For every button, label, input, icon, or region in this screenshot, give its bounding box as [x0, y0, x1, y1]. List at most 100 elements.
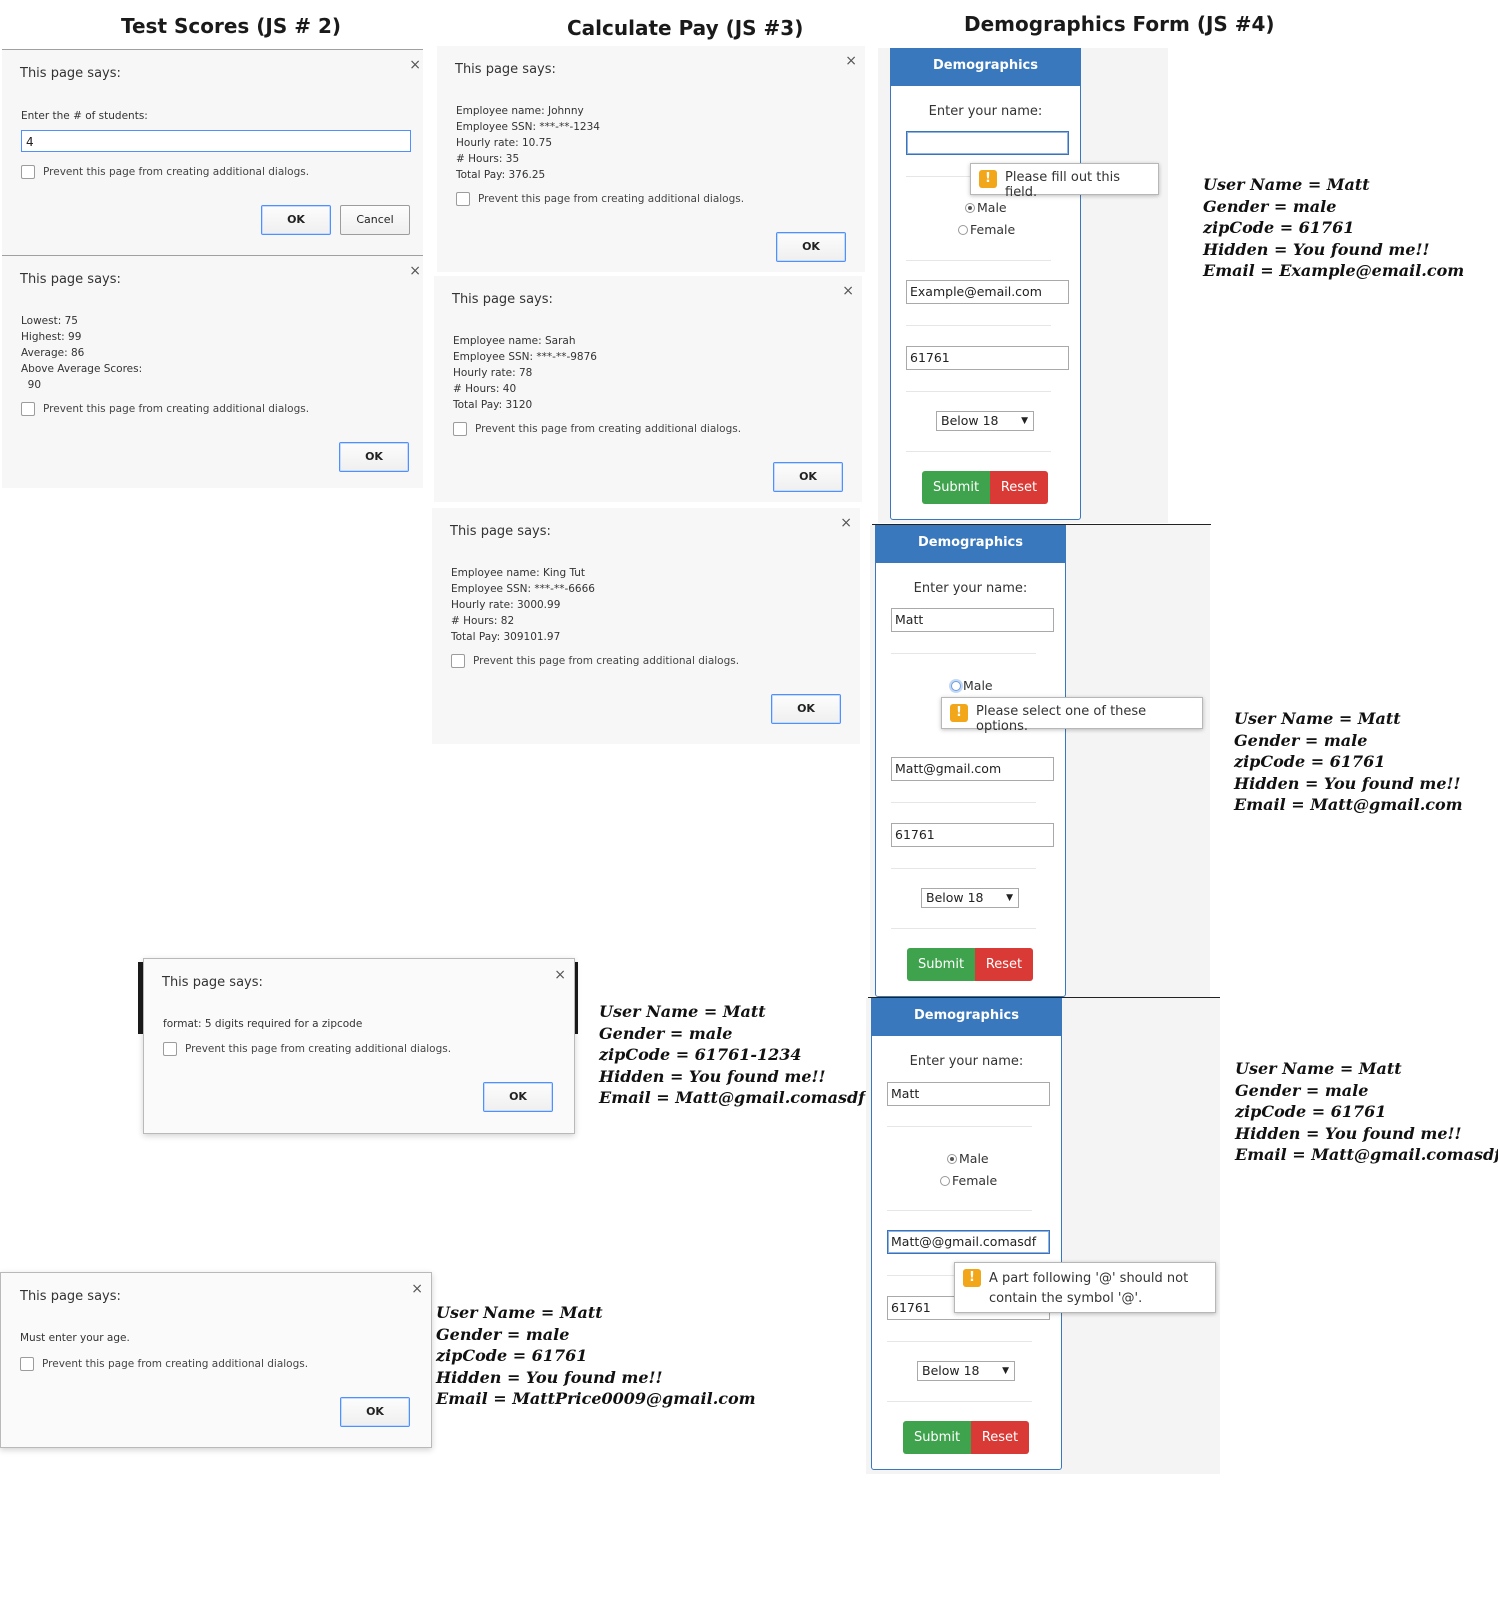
- age-select[interactable]: Below 18 ▼: [917, 1361, 1015, 1381]
- prevent-dialogs-checkbox[interactable]: Prevent this page from creating addition…: [20, 1357, 308, 1371]
- checkbox-icon[interactable]: [21, 402, 35, 416]
- prevent-dialogs-checkbox[interactable]: Prevent this page from creating addition…: [451, 654, 739, 668]
- email-input[interactable]: Matt@gmail.com: [891, 757, 1054, 781]
- close-icon[interactable]: ×: [411, 1281, 423, 1297]
- prevent-dialogs-checkbox[interactable]: Prevent this page from creating addition…: [453, 422, 741, 436]
- name-input[interactable]: Matt: [891, 608, 1054, 632]
- form-title: Demographics: [890, 48, 1081, 86]
- age-select[interactable]: Below 18 ▼: [936, 411, 1034, 431]
- result-note-2: User Name = Matt Gender = male zipCode =…: [1234, 708, 1463, 816]
- submit-button[interactable]: Submit: [903, 1421, 971, 1454]
- radio-icon[interactable]: [940, 1175, 950, 1186]
- prompt-label: Enter the # of students:: [21, 110, 148, 122]
- name-input[interactable]: [906, 131, 1069, 155]
- reset-button[interactable]: Reset: [990, 471, 1048, 504]
- zipcode-input[interactable]: 61761: [906, 346, 1069, 370]
- ok-button[interactable]: OK: [483, 1082, 553, 1112]
- radio-icon[interactable]: [947, 1153, 957, 1164]
- checkbox-icon[interactable]: [20, 1357, 34, 1371]
- radio-icon[interactable]: [958, 224, 968, 235]
- result-note-5: User Name = Matt Gender = male zipCode =…: [436, 1302, 756, 1410]
- divider: [891, 802, 1036, 803]
- close-icon[interactable]: ×: [554, 967, 566, 983]
- close-icon[interactable]: ×: [409, 263, 421, 279]
- dialog-title: This page says:: [452, 292, 553, 307]
- note-line: zipCode = 61761: [1203, 218, 1355, 237]
- tooltip-text: A part following '@' should not contain …: [989, 1269, 1188, 1309]
- students-input[interactable]: 4: [21, 130, 411, 152]
- note-line: Hidden = You found me!!: [1235, 1123, 1462, 1143]
- divider: [906, 260, 1051, 261]
- ok-button[interactable]: OK: [261, 205, 331, 235]
- note-line: Hidden = You found me!!: [436, 1367, 663, 1387]
- gender-female-radio[interactable]: Female: [940, 1173, 997, 1188]
- checkbox-icon[interactable]: [451, 654, 465, 668]
- scores-result-dialog: This page says: × Lowest: 75 Highest: 99…: [2, 256, 423, 488]
- female-label: Female: [970, 222, 1016, 237]
- checkbox-icon[interactable]: [453, 422, 467, 436]
- close-icon[interactable]: ×: [409, 57, 421, 73]
- result-note-1: User Name = Matt Gender = male zipCode =…: [1203, 174, 1464, 282]
- radio-icon[interactable]: [951, 680, 961, 691]
- cancel-button[interactable]: Cancel: [340, 205, 410, 235]
- close-icon[interactable]: ×: [840, 515, 852, 531]
- dialog-title: This page says:: [455, 62, 556, 77]
- note-line: Email = Matt@gmail.comasdf: [599, 1088, 866, 1107]
- ok-button[interactable]: OK: [771, 694, 841, 724]
- gender-male-radio[interactable]: Male: [951, 678, 993, 693]
- reset-button[interactable]: Reset: [971, 1421, 1029, 1454]
- prevent-dialogs-checkbox[interactable]: Prevent this page from creating addition…: [21, 165, 309, 179]
- male-label: Male: [963, 678, 993, 693]
- ok-button[interactable]: OK: [776, 232, 846, 262]
- note-line: Hidden = You found me!!: [1234, 773, 1461, 793]
- validation-tooltip: ! A part following '@' should not contai…: [954, 1262, 1216, 1313]
- result-note-4: User Name = Matt Gender = male zipCode =…: [599, 1001, 865, 1109]
- age-select[interactable]: Below 18 ▼: [921, 888, 1019, 908]
- gender-male-radio[interactable]: Male: [965, 200, 1007, 215]
- checkbox-icon[interactable]: [456, 192, 470, 206]
- note-line: zipCode = 61761: [1234, 752, 1386, 771]
- note-line: Gender = male: [436, 1324, 570, 1344]
- prevent-dialogs-checkbox[interactable]: Prevent this page from creating addition…: [163, 1042, 451, 1056]
- name-label: Enter your name:: [909, 1054, 1024, 1069]
- submit-button[interactable]: Submit: [907, 948, 975, 981]
- note-line: User Name = Matt: [599, 1002, 766, 1021]
- form-title: Demographics: [875, 525, 1066, 563]
- name-label: Enter your name:: [928, 104, 1043, 119]
- chevron-down-icon: ▼: [1006, 893, 1013, 903]
- tooltip-line: A part following '@' should not: [989, 1271, 1189, 1286]
- note-line: User Name = Matt: [1203, 175, 1370, 194]
- close-icon[interactable]: ×: [845, 53, 857, 69]
- dialog-title: This page says:: [450, 524, 551, 539]
- ok-button[interactable]: OK: [339, 442, 409, 472]
- reset-button[interactable]: Reset: [975, 948, 1033, 981]
- checkbox-icon[interactable]: [163, 1042, 177, 1056]
- divider: [906, 451, 1051, 452]
- validation-tooltip: ! Please fill out this field.: [970, 163, 1159, 200]
- zipcode-input[interactable]: 61761: [891, 823, 1054, 847]
- ok-button[interactable]: OK: [773, 462, 843, 492]
- male-label: Male: [977, 200, 1007, 215]
- students-prompt-dialog: This page says: × Enter the # of student…: [2, 50, 423, 255]
- note-line: User Name = Matt: [1235, 1059, 1402, 1078]
- close-icon[interactable]: ×: [842, 283, 854, 299]
- radio-icon[interactable]: [965, 202, 975, 213]
- divider: [906, 391, 1051, 392]
- note-line: zipCode = 61761: [436, 1346, 588, 1365]
- email-input[interactable]: Matt@@gmail.comasdf: [887, 1230, 1050, 1254]
- ok-button[interactable]: OK: [340, 1397, 410, 1427]
- gender-male-radio[interactable]: Male: [947, 1151, 989, 1166]
- checkbox-icon[interactable]: [21, 165, 35, 179]
- prevent-dialogs-checkbox[interactable]: Prevent this page from creating addition…: [456, 192, 744, 206]
- zipcode-alert-dialog: This page says: × format: 5 digits requi…: [143, 958, 575, 1134]
- name-input[interactable]: Matt: [887, 1082, 1050, 1106]
- heading-demographics-form: Demographics Form (JS #4): [964, 12, 1275, 36]
- validation-tooltip: ! Please select one of these options.: [941, 697, 1203, 734]
- divider: [887, 1210, 1032, 1211]
- tooltip-text: Please select one of these options.: [976, 704, 1147, 734]
- submit-button[interactable]: Submit: [922, 471, 990, 504]
- gender-female-radio[interactable]: Female: [958, 222, 1015, 237]
- prevent-label: Prevent this page from creating addition…: [42, 1358, 309, 1370]
- email-input[interactable]: Example@email.com: [906, 280, 1069, 304]
- prevent-dialogs-checkbox[interactable]: Prevent this page from creating addition…: [21, 402, 309, 416]
